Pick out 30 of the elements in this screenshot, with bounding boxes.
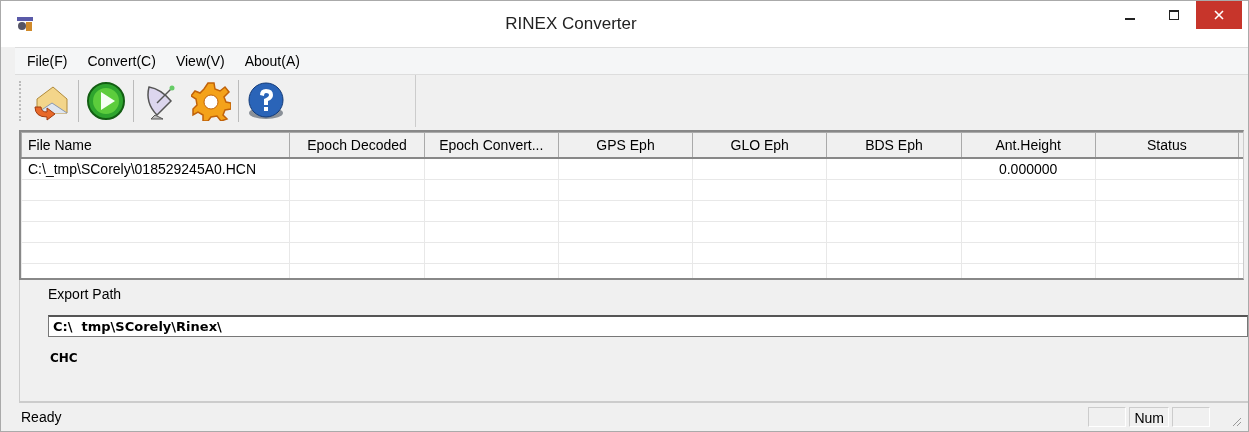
close-icon	[1214, 10, 1224, 20]
menu-item[interactable]: Convert(C)	[75, 53, 164, 69]
column-header[interactable]: Ant.Height	[961, 132, 1096, 158]
column-header[interactable]: Epoch Decoded	[289, 132, 425, 158]
gear-icon	[191, 81, 231, 121]
resize-grip-icon	[1230, 415, 1242, 427]
help-icon	[246, 81, 286, 121]
column-header[interactable]: Epoch Convert...	[424, 132, 559, 158]
export-path-label: Export Path	[48, 286, 122, 302]
status-pane: Num	[1129, 407, 1169, 427]
table-cell: 0.000000	[961, 158, 1096, 180]
menu-item[interactable]: About(A)	[232, 53, 308, 69]
column-header[interactable]: GPS Eph	[558, 132, 693, 158]
play-icon	[86, 81, 126, 121]
table-cell: C:\_tmp\SCorely\018529245A0.HCN	[21, 158, 290, 180]
maximize-icon	[1169, 10, 1179, 20]
app-icon	[16, 16, 34, 32]
column-header[interactable]: Status	[1095, 132, 1239, 158]
menu-item[interactable]: View(V)	[163, 53, 233, 69]
status-text: Ready	[21, 409, 63, 425]
column-header[interactable]: BDS Eph	[826, 132, 962, 158]
export-path-field[interactable]: C:\ tmp\SCorely\Rinex\	[48, 315, 1248, 337]
window-title: RINEX Converter	[504, 14, 638, 34]
column-header[interactable]: File Name	[21, 132, 290, 158]
minimize-icon	[1125, 18, 1135, 20]
menu-item[interactable]: File(F)	[15, 53, 76, 69]
status-pane	[1172, 407, 1210, 427]
vendor-label: CHC	[50, 351, 78, 365]
status-pane	[1088, 407, 1127, 427]
column-header[interactable]: GLO Eph	[692, 132, 827, 158]
